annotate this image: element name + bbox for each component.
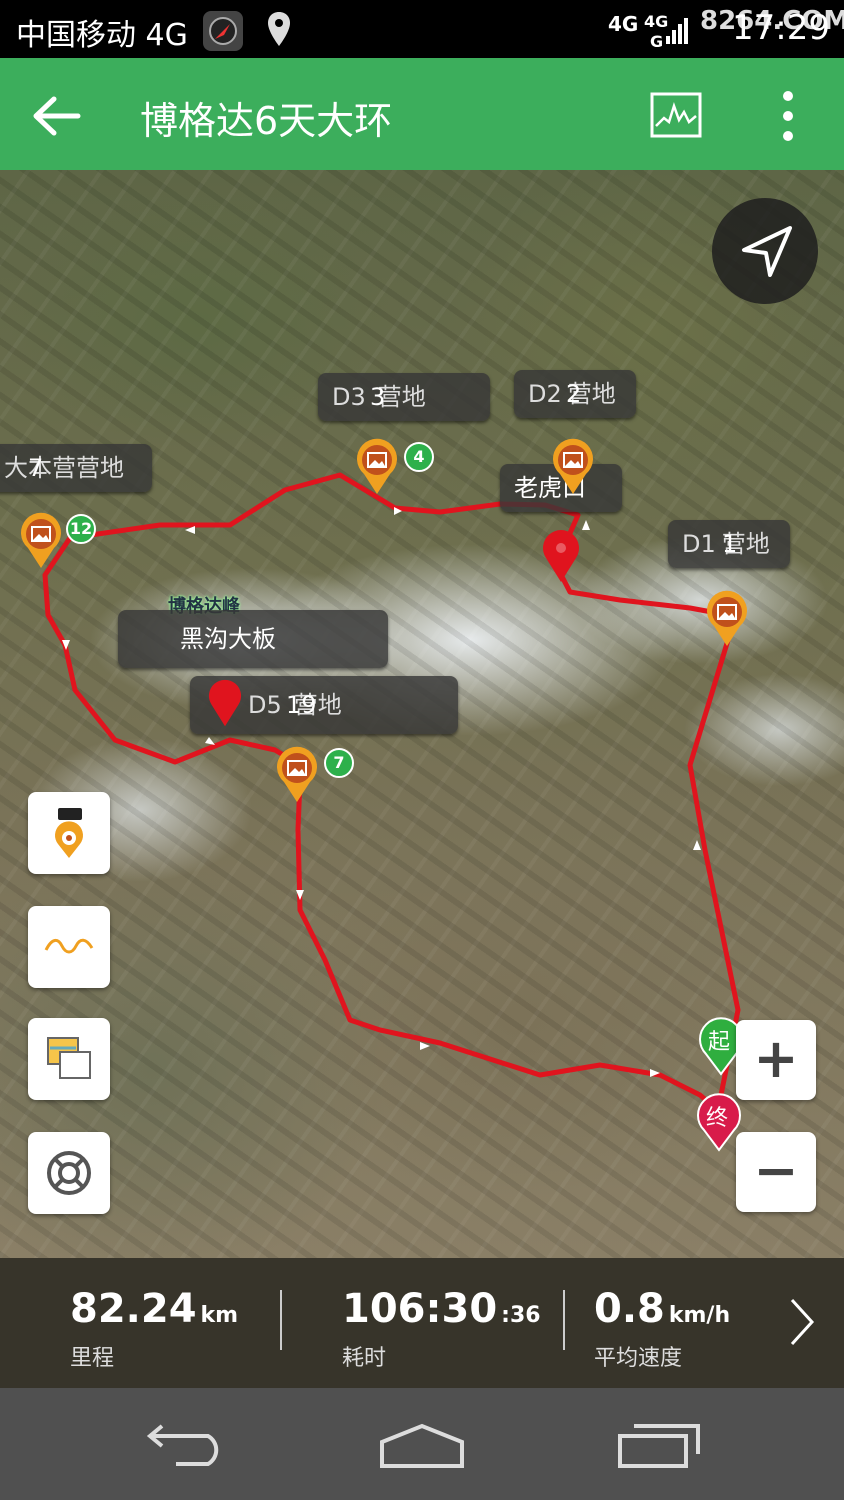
photo-count-badge: 12 [66, 514, 96, 544]
photo-count-badge: 7 [324, 748, 354, 778]
waypoint-label-d1[interactable]: D1 营地 1 [668, 520, 790, 568]
waypoint-pin-icon [55, 808, 84, 858]
distance-label: 里程 [70, 1346, 115, 1371]
waypoint-number: 7 [28, 454, 44, 482]
zoom-in-button[interactable]: + [736, 1020, 816, 1100]
distance-stat: 82.24 km 里程 [70, 1286, 238, 1372]
waypoint-number: 19 [286, 691, 317, 719]
track-toggle-button[interactable] [28, 906, 110, 988]
status-bar: 中国移动 4G 4G 4G G 8264.COM 17:29 [0, 0, 844, 58]
duration-stat: 106:30:36 耗时 [342, 1286, 541, 1372]
waypoint-label-text: D2 [528, 380, 562, 408]
app-toolbar: 博格达6天大环 [0, 58, 844, 170]
waypoint-label-text: D1 [682, 530, 716, 558]
waypoint-number: 1 [722, 530, 738, 558]
layers-button[interactable] [28, 1018, 110, 1100]
photo-pin-icon[interactable] [550, 436, 596, 496]
locate-button[interactable] [712, 198, 818, 304]
back-nav-icon[interactable] [146, 1424, 230, 1472]
map-marker-icon[interactable] [540, 528, 582, 584]
waypoint-label-d3[interactable]: D3 营地 3 [318, 373, 490, 421]
waypoint-label-text: D3 [332, 383, 366, 411]
photo-pin-icon[interactable] [18, 510, 64, 570]
waypoint-label-d2[interactable]: D2 营地 2 [514, 370, 636, 418]
waypoint-label-basecamp[interactable]: 大本营营地 7 [0, 444, 152, 492]
speed-value: 0.8 [594, 1286, 665, 1332]
arrow-left-icon[interactable] [26, 86, 86, 146]
start-marker-label: 起 [708, 1030, 731, 1055]
page-title: 博格达6天大环 [140, 99, 393, 143]
photo-pin-icon[interactable] [704, 588, 750, 648]
end-marker-label: 终 [706, 1106, 729, 1131]
elevation-chart-icon[interactable] [650, 92, 702, 138]
duration-value: 106:30 [342, 1286, 498, 1332]
marker-label-heigou[interactable]: 黑沟大板 [118, 610, 388, 668]
track-stats-bar: 82.24 km 里程 106:30:36 耗时 0.8 km/h 平均速度 [0, 1258, 844, 1388]
network-label-3: G [650, 32, 664, 51]
layers-icon [47, 1037, 91, 1079]
speed-stat: 0.8 km/h 平均速度 [594, 1286, 730, 1372]
waypoint-label-text: 大本营营地 [4, 454, 124, 482]
speed-unit: km/h [668, 1303, 731, 1328]
compass-button[interactable] [28, 1132, 110, 1214]
system-nav-bar [0, 1388, 844, 1500]
more-vert-icon[interactable] [770, 86, 806, 146]
divider [563, 1290, 565, 1350]
compass-app-icon [202, 10, 244, 56]
photo-count-badge: 4 [404, 442, 434, 472]
recent-apps-icon[interactable] [618, 1422, 702, 1474]
waypoint-toggle-button[interactable] [28, 792, 110, 874]
signal-icon [664, 12, 690, 50]
duration-seconds: :36 [501, 1303, 541, 1328]
lifebuoy-icon [47, 1151, 91, 1195]
navigation-arrow-icon [742, 226, 792, 277]
map-marker-icon[interactable] [206, 678, 244, 728]
distance-unit: km [200, 1303, 239, 1328]
zoom-out-button[interactable]: − [736, 1132, 816, 1212]
duration-label: 耗时 [342, 1346, 387, 1371]
waypoint-label-text: D5 [248, 691, 282, 719]
distance-value: 82.24 [70, 1286, 197, 1332]
divider [280, 1290, 282, 1350]
clock: 17:29 [732, 8, 830, 48]
photo-pin-icon[interactable] [274, 744, 320, 804]
waypoint-number: 3 [370, 383, 386, 411]
wave-line-icon [44, 938, 94, 954]
location-icon [266, 10, 292, 54]
map-view[interactable]: 博格达峰 D3 营地 3 D2 营地 2 大本营营地 7 D1 营地 1 黑沟大板 D… [0, 170, 844, 1258]
chevron-right-icon[interactable] [786, 1296, 818, 1352]
home-nav-icon[interactable] [378, 1422, 466, 1474]
photo-pin-icon[interactable] [354, 436, 400, 496]
waypoint-number: 2 [566, 380, 582, 408]
carrier-label: 中国移动 4G [16, 18, 188, 53]
speed-label: 平均速度 [594, 1346, 683, 1371]
network-label-1: 4G [608, 12, 639, 36]
